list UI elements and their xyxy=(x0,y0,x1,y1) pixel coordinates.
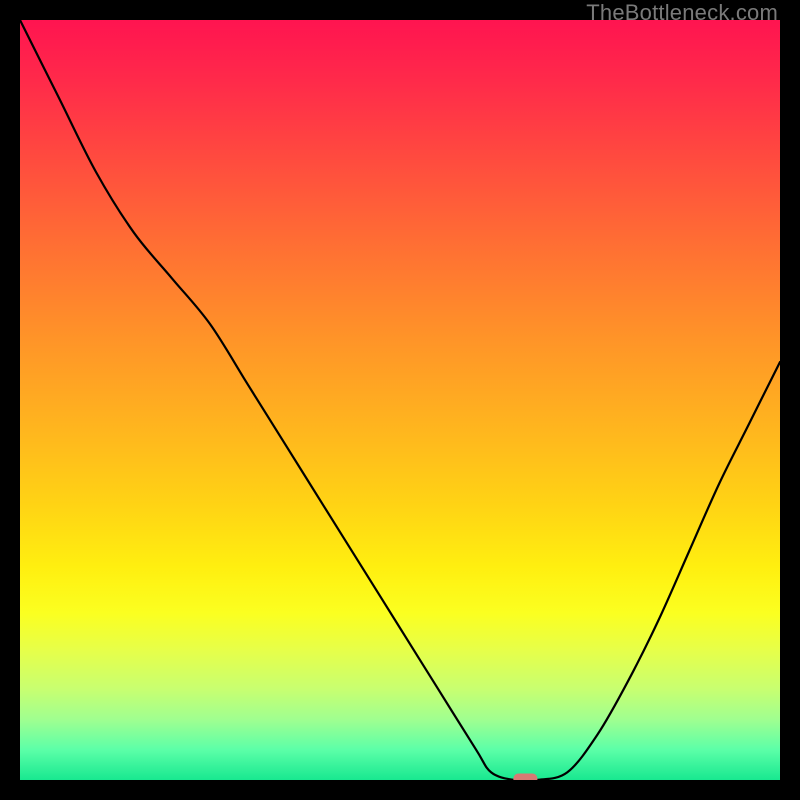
chart-frame: TheBottleneck.com xyxy=(0,0,800,800)
curve-svg xyxy=(20,20,780,780)
watermark-text: TheBottleneck.com xyxy=(586,0,778,26)
optimum-marker xyxy=(513,774,537,781)
plot-area xyxy=(20,20,780,780)
bottleneck-curve xyxy=(20,20,780,780)
